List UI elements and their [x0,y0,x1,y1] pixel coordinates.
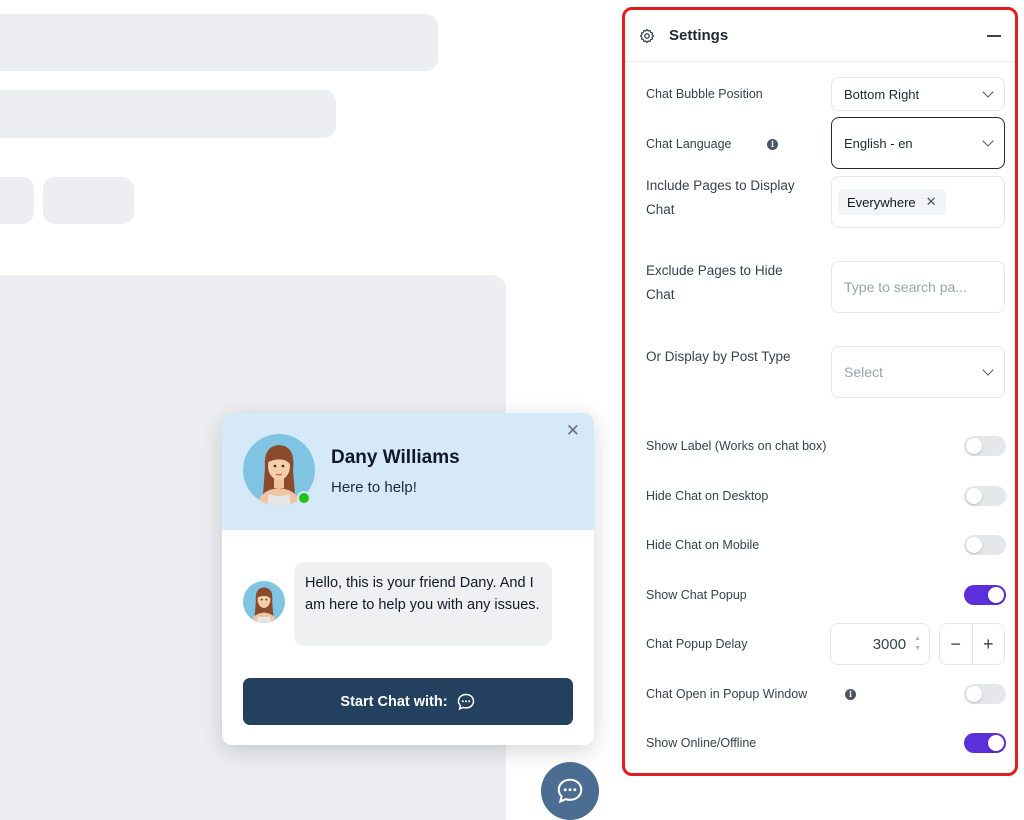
agent-name: Dany Williams [331,447,460,468]
info-icon[interactable]: i [767,139,778,150]
exclude-pages-placeholder: Type to search pa... [844,279,967,295]
post-type-placeholder: Select [844,364,883,380]
popup-delay-stepper: − + [939,623,1005,665]
chat-language-row: Chat Language [646,137,732,151]
placeholder-block [0,14,438,71]
chat-widget-preview: ✕ Dany Williams Here to help! Hello, thi… [222,413,594,745]
close-icon[interactable]: ✕ [566,421,580,441]
chevron-down-icon [982,364,994,376]
popup-window-toggle[interactable] [964,684,1006,704]
include-pages-tag-label: Everywhere [847,194,916,210]
spinner-icon[interactable]: ▲ ▼ [914,635,921,653]
placeholder-block [0,90,336,138]
online-offline-toggle[interactable] [964,733,1006,753]
hide-desktop-label: Hide Chat on Desktop [646,489,769,503]
placeholder-block [43,177,134,224]
chat-bubble-icon [557,778,583,804]
start-chat-label: Start Chat with: [340,693,448,710]
settings-title: Settings [669,27,729,44]
decrement-button[interactable]: − [940,624,973,664]
hide-desktop-toggle[interactable] [964,486,1006,506]
popup-window-label: Chat Open in Popup Window [646,687,808,701]
popup-delay-label: Chat Popup Delay [646,637,748,651]
chat-widget-header: ✕ Dany Williams Here to help! [222,413,594,530]
exclude-pages-label: Exclude Pages to Hide Chat [646,263,783,302]
include-pages-input[interactable]: Everywhere ✕ [831,176,1005,228]
chat-bubble-icon [457,693,474,710]
increment-button[interactable]: + [973,624,1005,664]
chat-language-label: Chat Language [646,137,732,151]
info-icon[interactable]: i [845,689,856,700]
placeholder-block [0,177,34,224]
show-label-toggle[interactable] [964,436,1006,456]
exclude-pages-input[interactable]: Type to search pa... [831,261,1005,313]
agent-subtitle: Here to help! [331,479,417,496]
post-type-label: Or Display by Post Type [646,349,791,364]
post-type-select[interactable]: Select [831,346,1005,398]
chat-language-select[interactable]: English - en [831,117,1005,169]
bubble-position-label: Chat Bubble Position [646,87,763,101]
include-pages-tag: Everywhere ✕ [838,189,946,215]
online-offline-label: Show Online/Offline [646,736,757,750]
bubble-position-value: Bottom Right [844,86,920,102]
popup-delay-value: 3000 [872,635,907,653]
collapse-icon[interactable] [987,34,1001,37]
online-status-dot [297,491,311,505]
start-chat-button[interactable]: Start Chat with: [243,678,573,725]
show-popup-label: Show Chat Popup [646,588,747,602]
chat-launcher-button[interactable] [541,762,599,820]
chevron-down-icon [982,86,994,98]
chevron-down-icon [982,135,994,147]
message-avatar [243,581,285,623]
bubble-position-select[interactable]: Bottom Right [831,77,1005,111]
include-pages-label: Include Pages to Display Chat [646,178,795,217]
remove-tag-icon[interactable]: ✕ [926,194,937,210]
gear-icon [639,28,655,43]
show-label-label: Show Label (Works on chat box) [646,439,827,453]
hide-mobile-toggle[interactable] [964,535,1006,555]
hide-mobile-label: Hide Chat on Mobile [646,538,760,552]
settings-panel: Settings Chat Bubble Position Bottom Rig… [622,7,1018,776]
settings-header: Settings [625,10,1015,62]
popup-delay-input[interactable]: 3000 ▲ ▼ [830,623,930,665]
show-popup-toggle[interactable] [964,585,1006,605]
chat-language-value: English - en [844,135,913,151]
chat-message-bubble: Hello, this is your friend Dany. And I a… [294,562,552,646]
